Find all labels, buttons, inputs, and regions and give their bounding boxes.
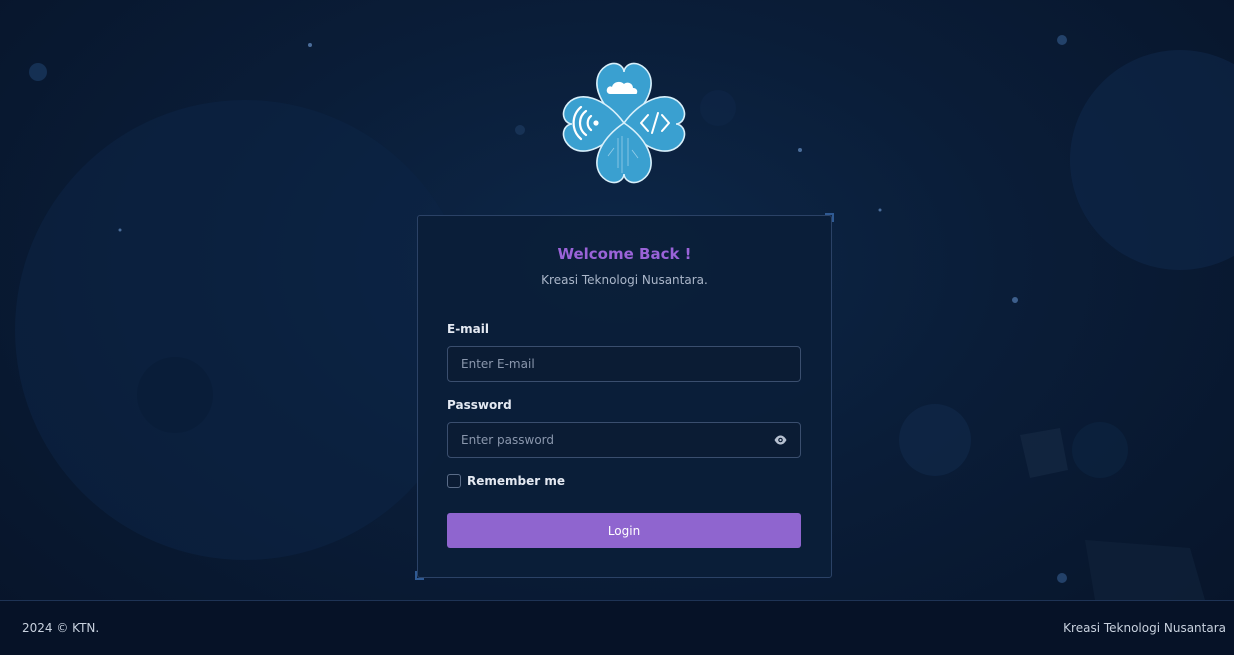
footer-company: Kreasi Teknologi Nusantara <box>1063 621 1226 635</box>
footer: 2024 © KTN. Kreasi Teknologi Nusantara <box>0 600 1234 655</box>
login-subtitle: Kreasi Teknologi Nusantara. <box>541 273 708 287</box>
show-password-icon[interactable] <box>773 433 787 447</box>
corner-accent <box>415 571 424 580</box>
login-card: Welcome Back ! Kreasi Teknologi Nusantar… <box>415 213 834 580</box>
password-label: Password <box>447 398 512 412</box>
footer-copyright: 2024 © KTN. <box>22 621 100 635</box>
remember-me-label[interactable]: Remember me <box>467 474 565 488</box>
corner-accent <box>825 213 834 222</box>
login-button[interactable]: Login <box>447 513 801 548</box>
email-field[interactable] <box>447 346 801 382</box>
remember-me-checkbox[interactable] <box>447 474 461 488</box>
login-title: Welcome Back ! <box>557 245 692 263</box>
email-label: E-mail <box>447 322 490 336</box>
password-field[interactable] <box>447 422 801 458</box>
logo <box>558 58 690 188</box>
